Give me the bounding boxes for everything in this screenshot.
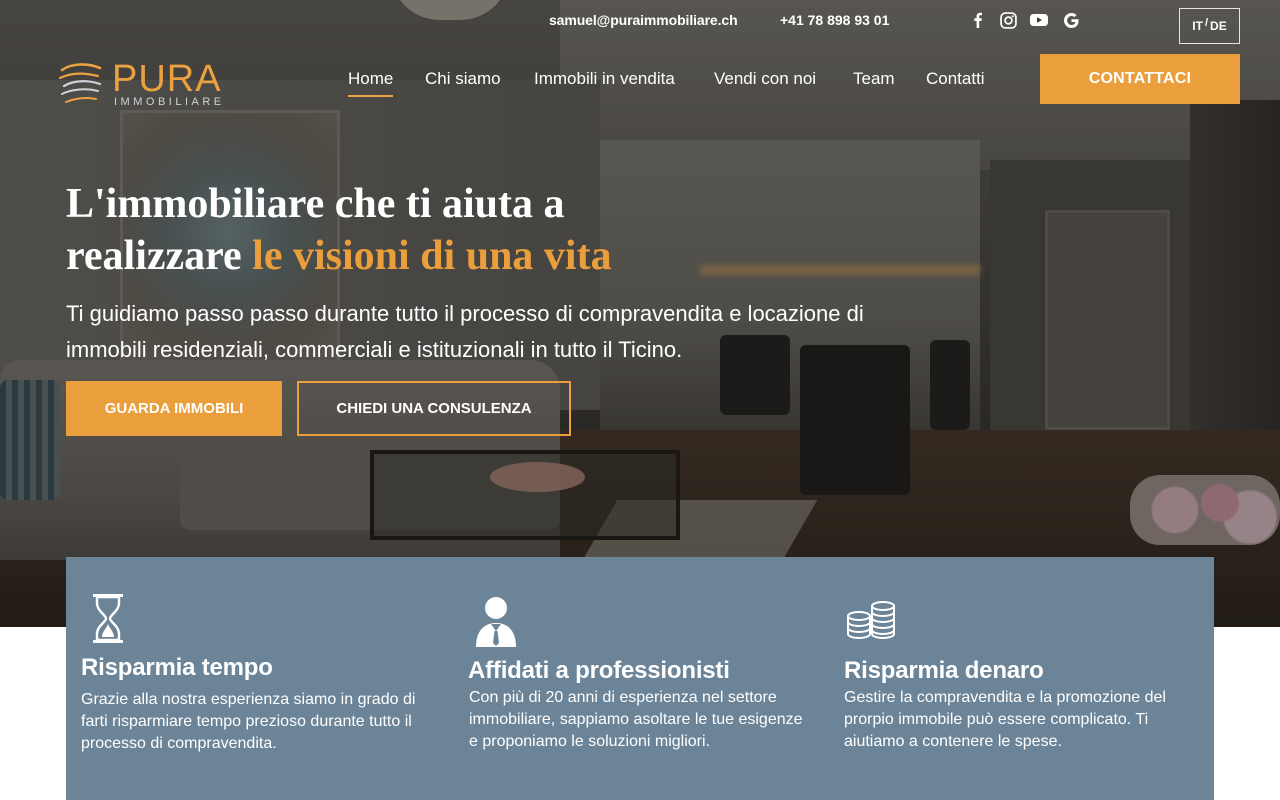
feature-affidati-professionisti: Affidati a professionisti Con più di 20 …	[456, 557, 836, 800]
hero-headline: L'immobiliare che ti aiuta a realizzare …	[66, 178, 612, 282]
features-panel: Risparmia tempo Grazie alla nostra esper…	[66, 557, 1214, 800]
feature-risparmia-tempo: Risparmia tempo Grazie alla nostra esper…	[66, 557, 446, 800]
instagram-icon[interactable]	[999, 11, 1017, 29]
lang-it-option[interactable]: IT	[1192, 19, 1203, 33]
nav-contatti[interactable]: Contatti	[926, 69, 985, 97]
email-link[interactable]: samuel@puraimmobiliare.ch	[549, 12, 738, 28]
feature-description: Grazie alla nostra esperienza siamo in g…	[81, 691, 416, 752]
feature-title: Risparmia tempo	[81, 654, 273, 681]
google-icon[interactable]	[1062, 11, 1080, 29]
nav-immobili-in-vendita[interactable]: Immobili in vendita	[534, 69, 675, 97]
nav-chi-siamo[interactable]: Chi siamo	[425, 69, 501, 97]
feature-description: Con più di 20 anni di esperienza nel set…	[469, 689, 803, 750]
nav-team[interactable]: Team	[853, 69, 895, 97]
chiedi-consulenza-button[interactable]: CHIEDI UNA CONSULENZA	[297, 381, 571, 436]
feature-risparmia-denaro: Risparmia denaro Gestire la compravendit…	[834, 557, 1214, 800]
phone-link[interactable]: +41 78 898 93 01	[780, 12, 889, 28]
hourglass-icon	[92, 593, 124, 650]
feature-description: Gestire la compravendita e la promozione…	[844, 689, 1166, 750]
headline-accent: le visioni di una vita	[252, 233, 612, 279]
headline-line-1: L'immobiliare che ti aiuta a	[66, 181, 565, 227]
coins-icon	[846, 601, 896, 646]
contattaci-button[interactable]: CONTATTACI	[1040, 54, 1240, 104]
lang-de-option[interactable]: DE	[1210, 19, 1227, 33]
hero-subtext: Ti guidiamo passo passo durante tutto il…	[66, 301, 864, 362]
youtube-icon[interactable]	[1030, 11, 1048, 29]
nav-vendi-con-noi[interactable]: Vendi con noi	[714, 69, 816, 97]
logo-subtitle: IMMOBILIARE	[114, 96, 225, 108]
pura-immobiliare-logo[interactable]: PURA IMMOBILIARE	[58, 58, 228, 110]
nav-home[interactable]: Home	[348, 69, 394, 97]
feature-title: Risparmia denaro	[844, 657, 1044, 684]
logo-wordmark: PURA	[112, 58, 222, 100]
logo-swoosh-icon	[58, 63, 102, 103]
feature-title: Affidati a professionisti	[468, 657, 730, 684]
lang-separator: /	[1204, 17, 1209, 29]
language-switcher: IT / DE	[1179, 8, 1240, 44]
businessman-icon	[474, 595, 518, 652]
facebook-icon[interactable]	[969, 11, 987, 29]
guarda-immobili-button[interactable]: GUARDA IMMOBILI	[66, 381, 282, 436]
headline-line-2: realizzare	[66, 233, 253, 279]
